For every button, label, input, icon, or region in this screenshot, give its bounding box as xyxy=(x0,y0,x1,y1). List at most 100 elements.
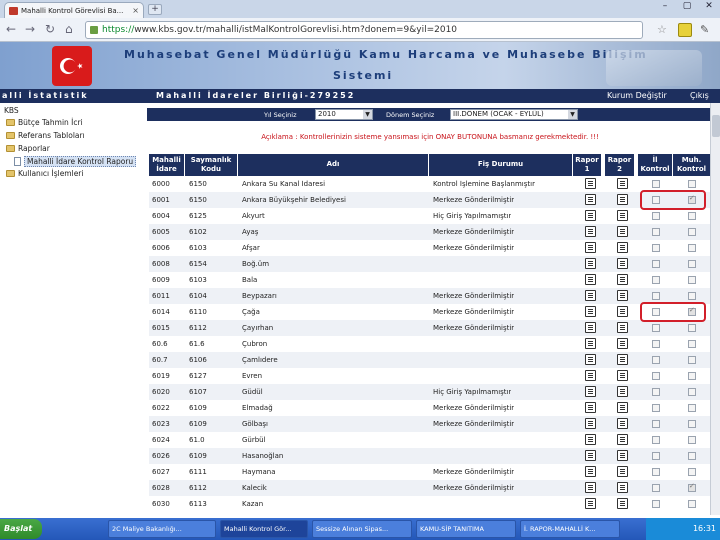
forward-icon[interactable]: → xyxy=(25,23,35,35)
il-kontrol-checkbox[interactable] xyxy=(652,500,660,508)
rapor-2-icon[interactable] xyxy=(617,210,628,221)
home-icon[interactable]: ⌂ xyxy=(65,23,73,35)
rapor-1-icon[interactable] xyxy=(585,418,596,429)
back-icon[interactable]: ← xyxy=(6,23,16,35)
rapor-2-icon[interactable] xyxy=(617,402,628,413)
muh-kontrol-checkbox[interactable] xyxy=(688,482,696,492)
close-tab-icon[interactable]: × xyxy=(132,6,139,15)
rapor-1-icon[interactable] xyxy=(585,258,596,269)
taskbar-item[interactable]: 2C Maliye Bakanlığı... xyxy=(108,520,216,538)
rapor-1-icon[interactable] xyxy=(585,450,596,461)
rapor-2-icon[interactable] xyxy=(617,482,628,493)
il-kontrol-checkbox[interactable] xyxy=(652,452,660,460)
rapor-1-icon[interactable] xyxy=(585,434,596,445)
muh-kontrol-checkbox[interactable] xyxy=(688,372,696,380)
muh-kontrol-checkbox[interactable] xyxy=(688,324,696,332)
year-select[interactable]: 2010 ▼ xyxy=(315,109,373,120)
rapor-2-icon[interactable] xyxy=(617,290,628,301)
rapor-1-icon[interactable] xyxy=(585,322,596,333)
muh-kontrol-checkbox[interactable] xyxy=(688,180,696,188)
rapor-2-icon[interactable] xyxy=(617,498,628,509)
taskbar-item-active[interactable]: Mahalli Kontrol Gör... xyxy=(220,520,308,538)
close-window-icon[interactable]: ✕ xyxy=(702,1,716,11)
il-kontrol-checkbox[interactable] xyxy=(652,420,660,428)
muh-kontrol-checkbox[interactable] xyxy=(688,340,696,348)
il-kontrol-checkbox[interactable] xyxy=(652,260,660,268)
muh-kontrol-checkbox[interactable] xyxy=(688,260,696,268)
muh-kontrol-checkbox[interactable] xyxy=(688,420,696,428)
period-select[interactable]: III.DÖNEM (OCAK - EYLÜL) ▼ xyxy=(450,109,578,120)
taskbar-item[interactable]: İ. RAPOR-MAHALLİ K... xyxy=(520,520,620,538)
rapor-1-icon[interactable] xyxy=(585,242,596,253)
muh-kontrol-checkbox[interactable] xyxy=(688,228,696,236)
rapor-1-icon[interactable] xyxy=(585,482,596,493)
il-kontrol-checkbox[interactable] xyxy=(652,324,660,332)
il-kontrol-checkbox[interactable] xyxy=(652,468,660,476)
maximize-icon[interactable]: ▢ xyxy=(680,1,694,11)
tree-item-raporlar[interactable]: Raporlar xyxy=(6,144,50,153)
tree-item-kullanici[interactable]: Kullanıcı İşlemleri xyxy=(6,169,83,178)
tree-item-referans[interactable]: Referans Tabloları xyxy=(6,131,85,140)
il-kontrol-checkbox[interactable] xyxy=(652,292,660,300)
wrench-icon[interactable]: ✎ xyxy=(700,23,709,36)
il-kontrol-checkbox[interactable] xyxy=(652,340,660,348)
muh-kontrol-checkbox[interactable] xyxy=(688,356,696,364)
extension-icon[interactable] xyxy=(678,23,692,37)
il-kontrol-checkbox[interactable] xyxy=(652,388,660,396)
minimize-icon[interactable]: – xyxy=(658,1,672,11)
rapor-1-icon[interactable] xyxy=(585,386,596,397)
rapor-2-icon[interactable] xyxy=(617,418,628,429)
rapor-1-icon[interactable] xyxy=(585,338,596,349)
change-institution-link[interactable]: Kurum Değiştir xyxy=(607,91,667,100)
rapor-2-icon[interactable] xyxy=(617,194,628,205)
rapor-1-icon[interactable] xyxy=(585,306,596,317)
star-icon[interactable]: ☆ xyxy=(657,23,667,36)
rapor-2-icon[interactable] xyxy=(617,338,628,349)
il-kontrol-checkbox[interactable] xyxy=(652,212,660,220)
muh-kontrol-checkbox[interactable] xyxy=(688,244,696,252)
rapor-1-icon[interactable] xyxy=(585,466,596,477)
rapor-2-icon[interactable] xyxy=(617,178,628,189)
rapor-2-icon[interactable] xyxy=(617,306,628,317)
logout-link[interactable]: Çıkış xyxy=(690,91,709,100)
rapor-1-icon[interactable] xyxy=(585,402,596,413)
start-button[interactable]: Başlat xyxy=(0,519,42,539)
rapor-1-icon[interactable] xyxy=(585,274,596,285)
rapor-2-icon[interactable] xyxy=(617,434,628,445)
rapor-2-icon[interactable] xyxy=(617,242,628,253)
tree-item-butce[interactable]: Bütçe Tahmin İcri xyxy=(6,118,83,127)
il-kontrol-checkbox[interactable] xyxy=(652,404,660,412)
vertical-scrollbar[interactable] xyxy=(710,103,720,515)
rapor-1-icon[interactable] xyxy=(585,290,596,301)
rapor-1-icon[interactable] xyxy=(585,178,596,189)
muh-kontrol-checkbox[interactable] xyxy=(688,500,696,508)
il-kontrol-checkbox[interactable] xyxy=(652,372,660,380)
rapor-2-icon[interactable] xyxy=(617,322,628,333)
il-kontrol-checkbox[interactable] xyxy=(652,244,660,252)
rapor-2-icon[interactable] xyxy=(617,450,628,461)
muh-kontrol-checkbox[interactable] xyxy=(688,292,696,300)
rapor-2-icon[interactable] xyxy=(617,258,628,269)
rapor-2-icon[interactable] xyxy=(617,466,628,477)
rapor-2-icon[interactable] xyxy=(617,386,628,397)
muh-kontrol-checkbox[interactable] xyxy=(688,468,696,476)
rapor-1-icon[interactable] xyxy=(585,370,596,381)
new-tab-button[interactable]: + xyxy=(148,4,162,15)
tree-item-mahalli-rapor[interactable]: Mahalli İdare Kontrol Raporu xyxy=(14,156,137,167)
rapor-2-icon[interactable] xyxy=(617,274,628,285)
reload-icon[interactable]: ↻ xyxy=(45,23,55,35)
il-kontrol-checkbox[interactable] xyxy=(652,180,660,188)
il-kontrol-checkbox[interactable] xyxy=(652,276,660,284)
rapor-1-icon[interactable] xyxy=(585,210,596,221)
muh-kontrol-checkbox[interactable] xyxy=(688,212,696,220)
rapor-1-icon[interactable] xyxy=(585,226,596,237)
muh-kontrol-checkbox[interactable] xyxy=(688,452,696,460)
rapor-2-icon[interactable] xyxy=(617,226,628,237)
rapor-1-icon[interactable] xyxy=(585,354,596,365)
rapor-1-icon[interactable] xyxy=(585,194,596,205)
scroll-thumb[interactable] xyxy=(712,115,720,137)
rapor-2-icon[interactable] xyxy=(617,354,628,365)
taskbar-item[interactable]: Sessize Alınan Sipas... xyxy=(312,520,412,538)
taskbar-item[interactable]: KAMU-SİP TANITIMA xyxy=(416,520,516,538)
address-bar[interactable]: https://www.kbs.gov.tr/mahalli/istMalKon… xyxy=(85,21,643,39)
